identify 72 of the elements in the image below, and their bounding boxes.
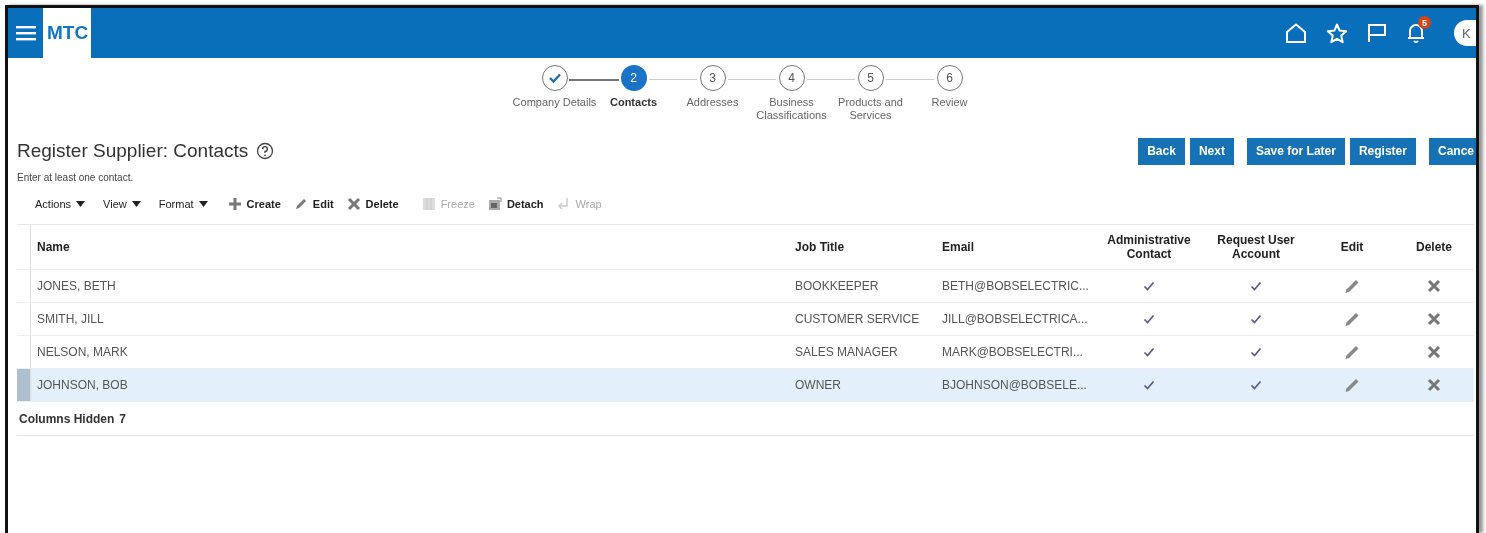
pencil-icon[interactable] bbox=[1344, 377, 1360, 393]
plus-icon bbox=[227, 197, 242, 211]
table-row[interactable]: JONES, BETH BOOKKEEPER BETH@BOBSELECTRIC... bbox=[17, 270, 1474, 303]
check-icon bbox=[547, 72, 562, 84]
column-header[interactable]: Administrative Contact bbox=[1096, 233, 1202, 261]
pencil-icon[interactable] bbox=[1344, 344, 1360, 360]
close-icon[interactable] bbox=[1427, 378, 1441, 392]
wrap-icon bbox=[556, 197, 571, 211]
table-cell-text: MARK@BOBSELECTRI... bbox=[941, 345, 1084, 359]
instruction-text: Enter at least one contact. bbox=[16, 172, 135, 183]
table-cell-text: BOOKKEEPER bbox=[794, 279, 880, 293]
button[interactable]: Back bbox=[1138, 137, 1185, 165]
table-cell-text: SMITH, JILL bbox=[36, 312, 105, 326]
table-cell-text: NELSON, MARK bbox=[36, 345, 129, 359]
logo[interactable]: MTC bbox=[43, 8, 92, 58]
caret-icon bbox=[131, 201, 141, 207]
menu-button[interactable]: Format bbox=[158, 198, 208, 210]
step-circle[interactable]: 6 bbox=[936, 65, 963, 91]
column-header[interactable]: Job Title bbox=[789, 240, 936, 254]
step-label[interactable]: Company Details bbox=[511, 96, 598, 109]
bell-icon[interactable] bbox=[1406, 22, 1426, 44]
table-row[interactable]: SMITH, JILL CUSTOMER SERVICE JILL@BOBSELECTRICA... bbox=[17, 303, 1474, 336]
step-circle[interactable] bbox=[541, 65, 568, 91]
column-header[interactable]: Request User Account bbox=[1202, 233, 1310, 261]
close-icon[interactable] bbox=[1427, 279, 1441, 293]
pencil-icon[interactable] bbox=[1344, 311, 1360, 327]
menu-icon[interactable] bbox=[16, 25, 36, 41]
notification-badge: 5 bbox=[1418, 16, 1431, 29]
flag-icon[interactable] bbox=[1367, 23, 1387, 43]
button[interactable]: Register bbox=[1349, 137, 1416, 165]
close-icon[interactable] bbox=[1427, 312, 1441, 326]
close-icon bbox=[346, 197, 361, 211]
table-row[interactable]: JOHNSON, BOB OWNER BJOHNSON@BOBSELE... bbox=[17, 369, 1474, 402]
column-header[interactable]: Delete bbox=[1394, 240, 1474, 254]
table-cell-text: JOHNSON, BOB bbox=[36, 378, 129, 392]
table-cell-text: OWNER bbox=[794, 378, 842, 392]
step-circle[interactable]: 2 bbox=[620, 65, 647, 91]
close-icon[interactable] bbox=[1427, 345, 1441, 359]
column-header[interactable]: Edit bbox=[1310, 240, 1394, 254]
menu-button[interactable]: View bbox=[103, 198, 141, 210]
help-icon[interactable] bbox=[256, 142, 275, 160]
toolbar-button[interactable]: Detach bbox=[487, 197, 544, 211]
table-cell-text: BJOHNSON@BOBSELE... bbox=[941, 378, 1088, 392]
button[interactable]: Save for Later bbox=[1246, 137, 1345, 165]
caret-icon bbox=[198, 201, 208, 207]
table-cell-text: JILL@BOBSELECTRICA... bbox=[941, 312, 1089, 326]
button[interactable]: Next bbox=[1189, 137, 1234, 165]
grid-icon bbox=[421, 197, 436, 211]
table-cell-text: SALES MANAGER bbox=[794, 345, 899, 359]
columns-hidden-label: Columns Hidden bbox=[19, 411, 115, 426]
avatar[interactable]: K bbox=[1454, 20, 1476, 46]
column-header[interactable]: Email bbox=[936, 240, 1096, 254]
pencil-icon[interactable] bbox=[1344, 278, 1360, 294]
step-circle[interactable]: 3 bbox=[699, 65, 726, 91]
caret-icon bbox=[76, 201, 86, 207]
page-title: Register Supplier: Contacts bbox=[17, 140, 249, 162]
star-icon[interactable] bbox=[1326, 22, 1348, 44]
step-circle[interactable]: 4 bbox=[778, 65, 805, 91]
step-circle[interactable]: 5 bbox=[857, 65, 884, 91]
menu-button[interactable]: Actions bbox=[35, 198, 86, 210]
toolbar-button[interactable]: Delete bbox=[346, 197, 399, 211]
window-icon bbox=[487, 197, 502, 211]
toolbar-button[interactable]: Create bbox=[227, 197, 281, 211]
pencil-icon bbox=[293, 197, 308, 211]
button[interactable]: Cance bbox=[1428, 137, 1476, 165]
table-cell-text: CUSTOMER SERVICE bbox=[794, 312, 921, 326]
home-icon[interactable] bbox=[1285, 23, 1307, 43]
column-header[interactable]: Name bbox=[31, 240, 789, 254]
toolbar-button[interactable]: Edit bbox=[293, 197, 334, 211]
columns-hidden-count: 7 bbox=[119, 411, 127, 426]
table-cell-text: JONES, BETH bbox=[36, 279, 117, 293]
table-cell-text: BETH@BOBSELECTRIC... bbox=[941, 279, 1090, 293]
